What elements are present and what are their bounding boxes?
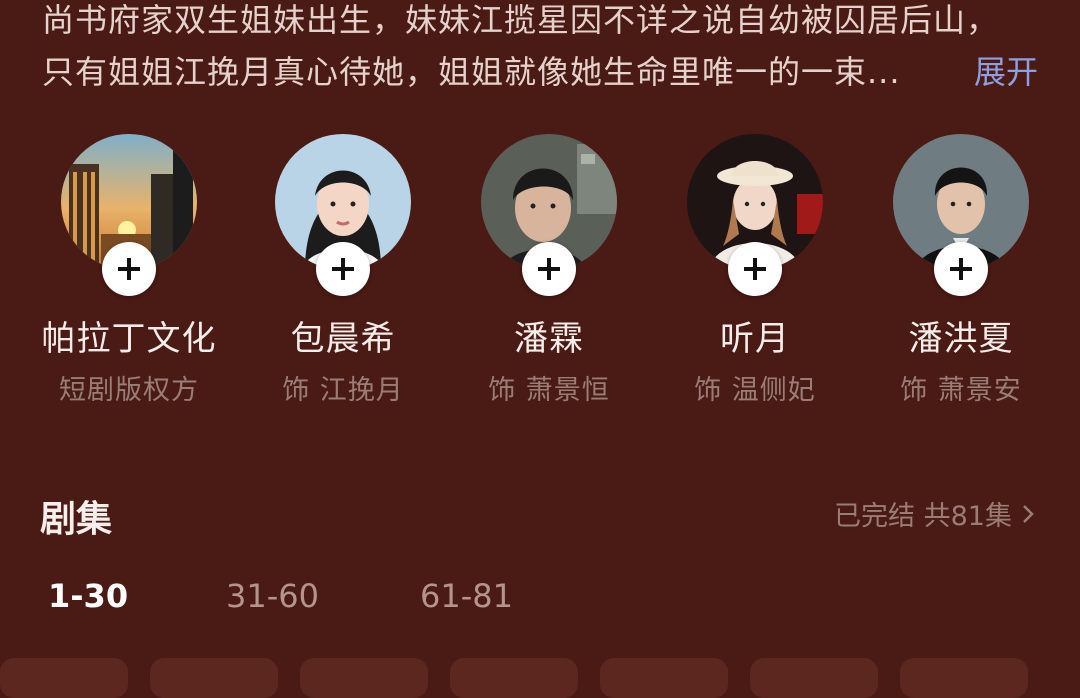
episode-chip[interactable] bbox=[600, 658, 728, 698]
synopsis-line-1: 尚书府家双生姐妹出生，妹妹江揽星因不详之说自幼被囚居后山， bbox=[42, 4, 1000, 36]
range-tab-2[interactable]: 31-60 bbox=[226, 578, 319, 614]
episode-chip[interactable] bbox=[0, 658, 128, 698]
cast-name: 潘洪夏 bbox=[908, 319, 1014, 359]
episode-chip[interactable] bbox=[150, 658, 278, 698]
episode-chip[interactable] bbox=[900, 658, 1028, 698]
plus-icon bbox=[744, 258, 766, 280]
cast-member-1[interactable]: 帕拉丁文化 短剧版权方 bbox=[26, 134, 232, 406]
cast-role: 饰 萧景安 bbox=[900, 375, 1022, 406]
episode-chip[interactable] bbox=[300, 658, 428, 698]
follow-button[interactable] bbox=[316, 242, 370, 296]
cast-member-4[interactable]: 听月 饰 温侧妃 bbox=[652, 134, 858, 406]
episodes-section-title: 剧集 bbox=[40, 499, 113, 540]
plus-icon bbox=[332, 258, 354, 280]
cast-name: 包晨希 bbox=[290, 319, 396, 359]
cast-member-3[interactable]: 潘霖 饰 萧景恒 bbox=[446, 134, 652, 406]
follow-button[interactable] bbox=[102, 242, 156, 296]
cast-role: 饰 江挽月 bbox=[282, 375, 404, 406]
cast-list: 帕拉丁文化 短剧版权方 包晨希 饰 江挽月 潘霖 饰 萧景恒 听月 饰 温侧妃 … bbox=[0, 134, 1080, 424]
cast-role: 饰 温侧妃 bbox=[694, 375, 816, 406]
cast-role: 饰 萧景恒 bbox=[488, 375, 610, 406]
cast-name: 听月 bbox=[720, 319, 790, 359]
range-tab-3[interactable]: 61-81 bbox=[420, 578, 513, 614]
episodes-status-text: 已完结 共81集 bbox=[834, 501, 1012, 532]
cast-name: 帕拉丁文化 bbox=[41, 319, 217, 359]
follow-button[interactable] bbox=[934, 242, 988, 296]
episode-chip[interactable] bbox=[450, 658, 578, 698]
cast-member-2[interactable]: 包晨希 饰 江挽月 bbox=[240, 134, 446, 406]
range-tab-1[interactable]: 1-30 bbox=[48, 578, 128, 614]
synopsis-line-2: 只有姐姐江挽月真心待她，姐姐就像她生命里唯一的一束... bbox=[42, 56, 901, 88]
plus-icon bbox=[118, 258, 140, 280]
chevron-right-icon bbox=[1023, 504, 1034, 523]
episode-chip[interactable] bbox=[750, 658, 878, 698]
episodes-status-link[interactable]: 已完结 共81集 bbox=[834, 494, 1036, 533]
plus-icon bbox=[538, 258, 560, 280]
cast-role: 短剧版权方 bbox=[59, 375, 199, 406]
cast-name: 潘霖 bbox=[514, 319, 584, 359]
expand-synopsis-button[interactable]: 展开 bbox=[974, 56, 1038, 88]
follow-button[interactable] bbox=[728, 242, 782, 296]
cast-member-5[interactable]: 潘洪夏 饰 萧景安 bbox=[858, 134, 1064, 406]
plus-icon bbox=[950, 258, 972, 280]
follow-button[interactable] bbox=[522, 242, 576, 296]
